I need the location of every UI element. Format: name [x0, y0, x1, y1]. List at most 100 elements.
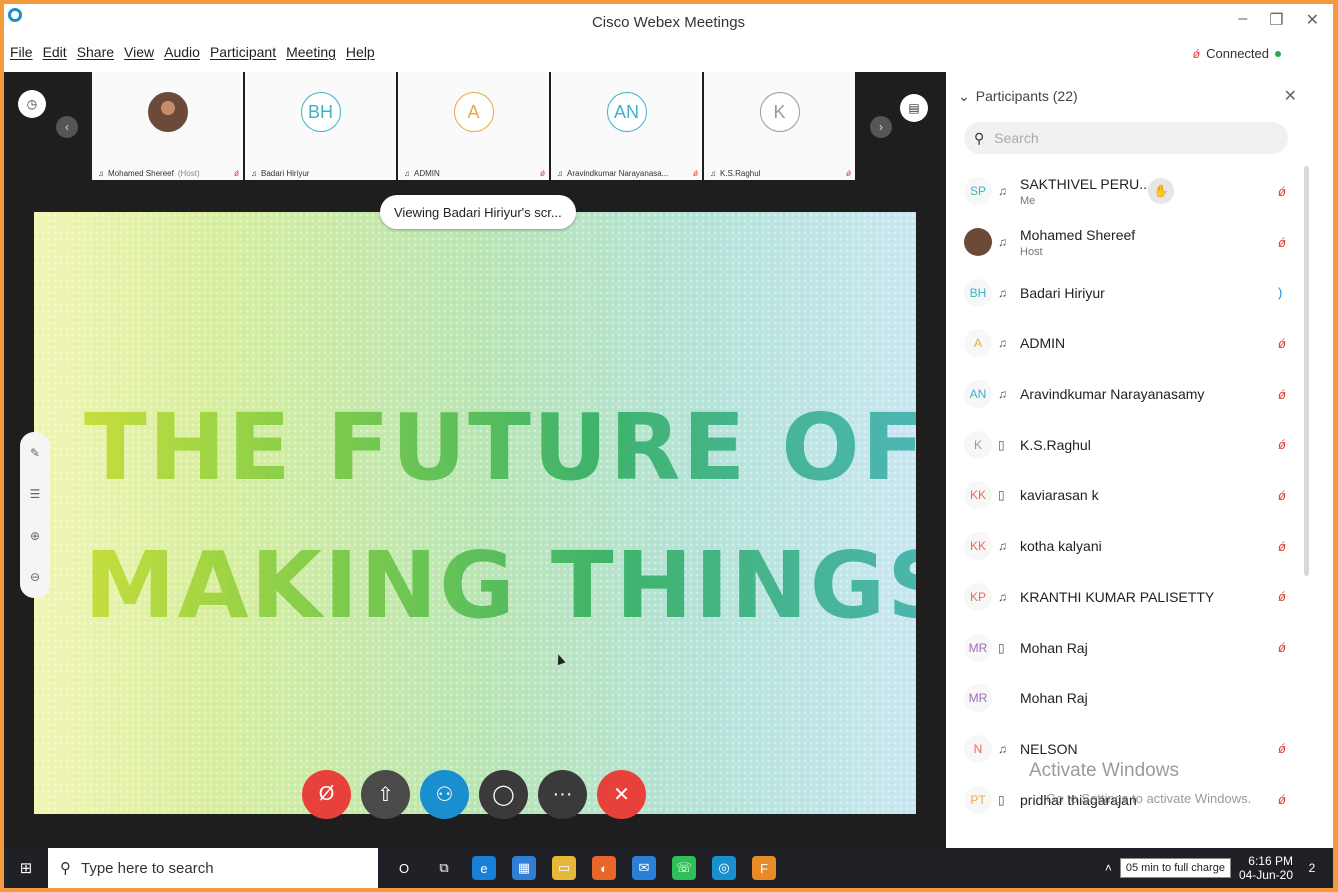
- mute-button[interactable]: Ø: [302, 770, 351, 819]
- participant-row[interactable]: A ♫ ADMIN ǿ: [948, 318, 1308, 369]
- window-controls: – ❐ ✕: [1238, 10, 1319, 30]
- participant-row[interactable]: BH ♫ Badari Hiriyur): [948, 267, 1308, 318]
- participant-row[interactable]: K ▯ K.S.Raghul ǿ: [948, 419, 1308, 470]
- participant-name: NELSON: [1020, 740, 1078, 757]
- tile-name-bar: ♫ Mohamed Shereef (Host) ǿ: [98, 169, 239, 178]
- headset-icon: ♫: [998, 336, 1007, 351]
- headset-icon: ♫: [998, 741, 1007, 756]
- file-explorer-icon[interactable]: ▭: [552, 856, 576, 880]
- mic-off-icon[interactable]: ǿ: [1278, 184, 1286, 199]
- windows-start-icon[interactable]: ⊞: [4, 848, 48, 888]
- menu-view[interactable]: View: [124, 44, 154, 70]
- mic-off-icon[interactable]: ǿ: [1278, 640, 1286, 655]
- participant-name-block: Mohan Raj: [1020, 690, 1088, 706]
- menu-file[interactable]: File: [10, 44, 33, 70]
- participant-name: Mohan Raj: [1020, 639, 1088, 656]
- participant-name-block: Mohamed Shereef Host: [1020, 227, 1135, 258]
- raise-hand-icon[interactable]: ✋: [1148, 178, 1174, 205]
- mic-off-icon[interactable]: ǿ: [1278, 387, 1286, 402]
- edge-icon[interactable]: e: [472, 856, 496, 880]
- participants-search[interactable]: ⚲: [964, 122, 1288, 154]
- participant-avatar: MR: [964, 633, 992, 662]
- layout-icon[interactable]: ▤: [900, 94, 928, 122]
- participant-row[interactable]: KK ▯ kaviarasan k ǿ: [948, 470, 1308, 521]
- minimize-button[interactable]: –: [1238, 10, 1247, 30]
- headset-icon: ♫: [98, 169, 104, 178]
- timer-icon[interactable]: ◷: [18, 90, 46, 118]
- video-tile[interactable]: K ♫ K.S.Raghul ǿ: [704, 72, 855, 180]
- whatsapp-icon[interactable]: ☏: [672, 856, 696, 880]
- pointer-icon[interactable]: ☰: [30, 487, 41, 501]
- menu-participant[interactable]: Participant: [210, 44, 276, 70]
- video-tile[interactable]: ♫ Mohamed Shereef (Host) ǿ: [92, 72, 243, 180]
- participant-row[interactable]: KK ♫ kotha kalyani ǿ: [948, 521, 1308, 572]
- taskbar-search[interactable]: ⚲ Type here to search: [48, 848, 378, 888]
- mic-off-icon[interactable]: ǿ: [1278, 741, 1286, 756]
- strip-prev-button[interactable]: ‹: [56, 116, 78, 138]
- participant-row[interactable]: SP ♫ SAKTHIVEL PERU... Me ✋ ǿ: [948, 166, 1308, 217]
- zoom-out-icon[interactable]: ⊖: [30, 570, 40, 584]
- taskbar-search-placeholder: Type here to search: [81, 859, 214, 877]
- speaking-icon[interactable]: ): [1278, 285, 1282, 300]
- fusion-icon[interactable]: F: [752, 856, 776, 880]
- store-icon[interactable]: ▦: [512, 856, 536, 880]
- video-tile[interactable]: A ♫ ADMIN ǿ: [398, 72, 549, 180]
- participants-header[interactable]: ⌄ Participants (22): [958, 88, 1078, 105]
- menu-share[interactable]: Share: [77, 44, 114, 70]
- close-panel-icon[interactable]: ✕: [1284, 86, 1297, 106]
- close-window-button[interactable]: ✕: [1306, 10, 1319, 30]
- webex-icon[interactable]: ◎: [712, 856, 736, 880]
- mic-off-icon: ǿ: [234, 169, 239, 178]
- menu-help[interactable]: Help: [346, 44, 375, 70]
- video-tile[interactable]: AN ♫ Aravindkumar Narayanasa... ǿ: [551, 72, 702, 180]
- mail-icon[interactable]: ✉: [632, 856, 656, 880]
- mic-off-icon[interactable]: ǿ: [1278, 336, 1286, 351]
- participant-row[interactable]: KP ♫ KRANTHI KUMAR PALISETTY ǿ: [948, 572, 1308, 623]
- mic-off-icon[interactable]: ǿ: [1278, 589, 1286, 604]
- tile-avatar: [147, 92, 188, 132]
- participant-name: SAKTHIVEL PERU...: [1020, 175, 1151, 192]
- share-button[interactable]: ⇧: [361, 770, 410, 819]
- participant-row[interactable]: ♫ Mohamed Shereef Host ǿ: [948, 217, 1308, 268]
- shared-screen: THE FUTURE OF MAKING THINGS: [34, 212, 916, 814]
- annotate-pen-icon[interactable]: ✎: [30, 446, 40, 460]
- participant-name: Mohan Raj: [1020, 690, 1088, 707]
- more-button[interactable]: ···: [538, 770, 587, 819]
- notification-icon[interactable]: 2: [1301, 857, 1323, 879]
- chat-button[interactable]: ◯: [479, 770, 528, 819]
- menu-edit[interactable]: Edit: [43, 44, 67, 70]
- participant-avatar: MR: [964, 684, 992, 713]
- maximize-button[interactable]: ❐: [1269, 10, 1283, 30]
- connected-dot-icon: [1275, 50, 1281, 57]
- activate-windows-subtitle: Go to Settings to activate Windows.: [1046, 791, 1252, 806]
- video-tile[interactable]: BH ♫ Badari Hiriyur: [245, 72, 396, 180]
- participant-row[interactable]: AN ♫ Aravindkumar Narayanasamy ǿ: [948, 369, 1308, 420]
- zoom-in-icon[interactable]: ⊕: [30, 529, 40, 543]
- tile-name: Mohamed Shereef: [108, 169, 174, 178]
- mic-off-icon: ǿ: [693, 169, 698, 178]
- mic-off-icon[interactable]: ǿ: [1278, 792, 1286, 807]
- participant-role: Host: [1020, 245, 1043, 258]
- mic-off-icon[interactable]: ǿ: [1278, 235, 1286, 250]
- participant-avatar: KP: [964, 582, 992, 611]
- participant-row[interactable]: MR ▯ Mohan Raj ǿ: [948, 622, 1308, 673]
- leave-button[interactable]: ✕: [597, 770, 646, 819]
- notification-count: 2: [1308, 861, 1316, 875]
- clock[interactable]: 6:16 PM 04-Jun-20: [1239, 854, 1293, 882]
- mic-off-icon[interactable]: ǿ: [1278, 488, 1286, 503]
- chevron-up-icon[interactable]: ˄: [1105, 861, 1112, 875]
- menu-audio[interactable]: Audio: [164, 44, 200, 70]
- strip-next-button[interactable]: ›: [870, 116, 892, 138]
- menu-meeting[interactable]: Meeting: [286, 44, 336, 70]
- participants-button[interactable]: ⚇: [420, 770, 469, 819]
- connection-status: ǿ Connected: [1193, 46, 1281, 61]
- cortana-icon[interactable]: O: [392, 856, 416, 880]
- participants-scrollbar[interactable]: [1304, 166, 1309, 576]
- mic-off-icon[interactable]: ǿ: [1278, 539, 1286, 554]
- participants-search-input[interactable]: [994, 130, 1255, 146]
- task-view-icon[interactable]: ⧉: [432, 856, 456, 880]
- windows-taskbar: ⊞ ⚲ Type here to search O ⧉ e ▦ ▭ ◐ ✉ ☏ ◎ F ˄ 05 …: [4, 848, 1333, 888]
- participant-row[interactable]: MR Mohan Raj: [948, 673, 1308, 724]
- mic-off-icon[interactable]: ǿ: [1278, 437, 1286, 452]
- firefox-icon[interactable]: ◐: [592, 856, 616, 880]
